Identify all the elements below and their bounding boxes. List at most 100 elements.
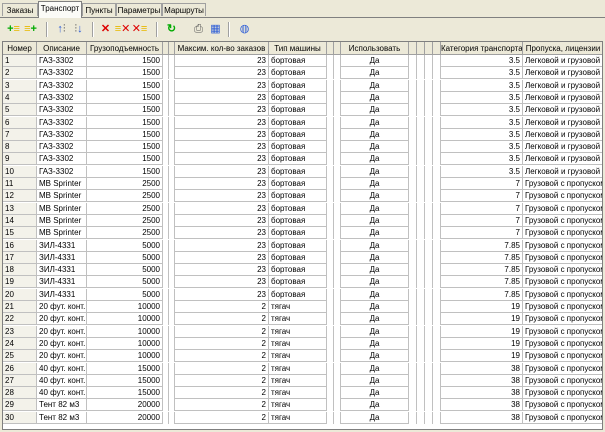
table-row[interactable]: 10 ГАЗ-3302 1500 23 бортовая Да 3.5 Легковой и … bbox=[3, 165, 602, 178]
cell-type[interactable]: бортовая bbox=[269, 190, 327, 203]
table-row[interactable]: 17 ЗИЛ-4331 5000 23 бортовая Да 7.85 Грузовой с… bbox=[3, 251, 602, 264]
cell-cap[interactable]: 15000 bbox=[87, 374, 163, 387]
cell-cap[interactable]: 1500 bbox=[87, 104, 163, 117]
cell-desc[interactable]: ГАЗ-3302 bbox=[37, 67, 87, 80]
cell-max[interactable]: 23 bbox=[175, 190, 269, 203]
table-row[interactable]: 23 20 фут. конт. 10000 2 тягач Да 19 Грузовой с… bbox=[3, 325, 602, 338]
cell-use[interactable]: Да bbox=[341, 79, 409, 92]
cell-type[interactable]: тягач bbox=[269, 399, 327, 412]
cell-num[interactable]: 25 bbox=[3, 350, 37, 363]
cell-num[interactable]: 2 bbox=[3, 67, 37, 80]
table-row[interactable]: 14 MB Sprinter 2500 23 бортовая Да 7 Грузовой с… bbox=[3, 214, 602, 227]
table-row[interactable]: 7 ГАЗ-3302 1500 23 бортовая Да 3.5 Легковой и г… bbox=[3, 128, 602, 141]
cell-num[interactable]: 28 bbox=[3, 387, 37, 400]
cell-use[interactable]: Да bbox=[341, 128, 409, 141]
cell-lic[interactable]: Грузовой с пропуском bbox=[523, 240, 602, 252]
cell-lic[interactable]: Грузовой с пропуском bbox=[523, 399, 602, 412]
cell-use[interactable]: Да bbox=[341, 214, 409, 227]
tab-2[interactable]: Пункты bbox=[82, 3, 116, 16]
cell-num[interactable]: 4 bbox=[3, 91, 37, 104]
cell-use[interactable]: Да bbox=[341, 67, 409, 80]
cell-cat[interactable]: 7.85 bbox=[441, 288, 523, 301]
clear-icon[interactable]: ✕ ≡ bbox=[132, 21, 148, 37]
cell-desc[interactable]: 20 фут. конт. bbox=[37, 350, 87, 363]
cell-cat[interactable]: 3.5 bbox=[441, 165, 523, 178]
cell-use[interactable]: Да bbox=[341, 116, 409, 129]
cell-desc[interactable]: 20 фут. конт. bbox=[37, 301, 87, 313]
cell-num[interactable]: 24 bbox=[3, 337, 37, 350]
table-row[interactable]: 2 ГАЗ-3302 1500 23 бортовая Да 3.5 Легковой и г… bbox=[3, 67, 602, 80]
cell-max[interactable]: 23 bbox=[175, 202, 269, 215]
cell-max[interactable]: 23 bbox=[175, 214, 269, 227]
cell-cap[interactable]: 1500 bbox=[87, 116, 163, 129]
column-header-num[interactable]: Номер bbox=[3, 42, 37, 55]
cell-cat[interactable]: 3.5 bbox=[441, 79, 523, 92]
cell-type[interactable]: бортовая bbox=[269, 264, 327, 277]
cell-cap[interactable]: 1500 bbox=[87, 55, 163, 67]
cell-max[interactable]: 2 bbox=[175, 301, 269, 313]
cell-type[interactable]: бортовая bbox=[269, 239, 327, 252]
cell-lic[interactable]: Грузовой с пропуском bbox=[523, 264, 602, 277]
cell-lic[interactable]: Легковой и грузовой bbox=[523, 129, 602, 141]
cell-cap[interactable]: 1500 bbox=[87, 79, 163, 92]
table-row[interactable]: 24 20 фут. конт. 10000 2 тягач Да 19 Грузовой с… bbox=[3, 337, 602, 350]
cell-max[interactable]: 2 bbox=[175, 399, 269, 412]
cell-use[interactable]: Да bbox=[341, 202, 409, 215]
cell-cap[interactable]: 2500 bbox=[87, 202, 163, 215]
cell-max[interactable]: 23 bbox=[175, 128, 269, 141]
cell-max[interactable]: 23 bbox=[175, 116, 269, 129]
cell-cap[interactable]: 2500 bbox=[87, 214, 163, 227]
move-up-icon[interactable]: ↑ ⫶ bbox=[54, 21, 69, 37]
table-icon[interactable]: ▦ bbox=[208, 21, 223, 37]
cell-max[interactable]: 23 bbox=[175, 165, 269, 178]
cell-cap[interactable]: 1500 bbox=[87, 128, 163, 141]
move-down-icon[interactable]: ⫶ ↓ bbox=[71, 21, 86, 37]
cell-lic[interactable]: Грузовой с пропуском bbox=[523, 350, 602, 363]
cell-num[interactable]: 17 bbox=[3, 251, 37, 264]
table-row[interactable]: 9 ГАЗ-3302 1500 23 бортовая Да 3.5 Легковой и г… bbox=[3, 153, 602, 166]
cell-lic[interactable]: Легковой и грузовой bbox=[523, 153, 602, 166]
cell-cap[interactable]: 1500 bbox=[87, 153, 163, 166]
cell-max[interactable]: 23 bbox=[175, 239, 269, 252]
cell-use[interactable]: Да bbox=[341, 104, 409, 117]
cell-desc[interactable]: ГАЗ-3302 bbox=[37, 55, 87, 67]
column-header-desc[interactable]: Описание bbox=[37, 42, 87, 55]
cell-num[interactable]: 1 bbox=[3, 55, 37, 67]
cell-type[interactable]: бортовая bbox=[269, 128, 327, 141]
tab-3[interactable]: Параметры bbox=[116, 3, 162, 16]
table-row[interactable]: 26 40 фут. конт. 15000 2 тягач Да 38 Грузовой с… bbox=[3, 362, 602, 375]
cell-desc[interactable]: ГАЗ-3302 bbox=[37, 79, 87, 92]
cell-use[interactable]: Да bbox=[341, 276, 409, 289]
table-row[interactable]: 29 Тент 82 м3 20000 2 тягач Да 38 Грузовой с пр… bbox=[3, 399, 602, 412]
cell-use[interactable]: Да bbox=[341, 239, 409, 252]
cell-max[interactable]: 23 bbox=[175, 178, 269, 190]
cell-lic[interactable]: Грузовой с пропуском bbox=[523, 301, 602, 313]
table-row[interactable]: 15 MB Sprinter 2500 23 бортовая Да 7 Грузовой с… bbox=[3, 227, 602, 240]
cell-cat[interactable]: 38 bbox=[441, 387, 523, 400]
table-row[interactable]: 21 20 фут. конт. 10000 2 тягач Да 19 Грузовой с… bbox=[3, 301, 602, 313]
cell-cat[interactable]: 3.5 bbox=[441, 104, 523, 117]
cell-max[interactable]: 2 bbox=[175, 325, 269, 338]
cell-type[interactable]: бортовая bbox=[269, 214, 327, 227]
cell-max[interactable]: 2 bbox=[175, 374, 269, 387]
cell-cap[interactable]: 15000 bbox=[87, 387, 163, 400]
cell-num[interactable]: 9 bbox=[3, 153, 37, 166]
cell-use[interactable]: Да bbox=[341, 91, 409, 104]
cell-type[interactable]: бортовая bbox=[269, 153, 327, 166]
cell-cap[interactable]: 20000 bbox=[87, 411, 163, 424]
cell-cap[interactable]: 10000 bbox=[87, 325, 163, 338]
cell-cat[interactable]: 3.5 bbox=[441, 153, 523, 166]
cell-type[interactable]: бортовая bbox=[269, 104, 327, 117]
cell-lic[interactable]: Грузовой с пропуском bbox=[523, 252, 602, 264]
cell-num[interactable]: 19 bbox=[3, 276, 37, 289]
cell-type[interactable]: тягач bbox=[269, 374, 327, 387]
table-row[interactable]: 30 Тент 82 м3 20000 2 тягач Да 38 Грузовой с пр… bbox=[3, 411, 602, 424]
cell-desc[interactable]: 20 фут. конт. bbox=[37, 325, 87, 338]
cell-use[interactable]: Да bbox=[341, 301, 409, 313]
cell-desc[interactable]: ЗИЛ-4331 bbox=[37, 239, 87, 252]
cell-use[interactable]: Да bbox=[341, 411, 409, 424]
cell-desc[interactable]: ГАЗ-3302 bbox=[37, 91, 87, 104]
cell-desc[interactable]: MB Sprinter bbox=[37, 202, 87, 215]
cell-cat[interactable]: 7.85 bbox=[441, 239, 523, 252]
cell-max[interactable]: 23 bbox=[175, 153, 269, 166]
